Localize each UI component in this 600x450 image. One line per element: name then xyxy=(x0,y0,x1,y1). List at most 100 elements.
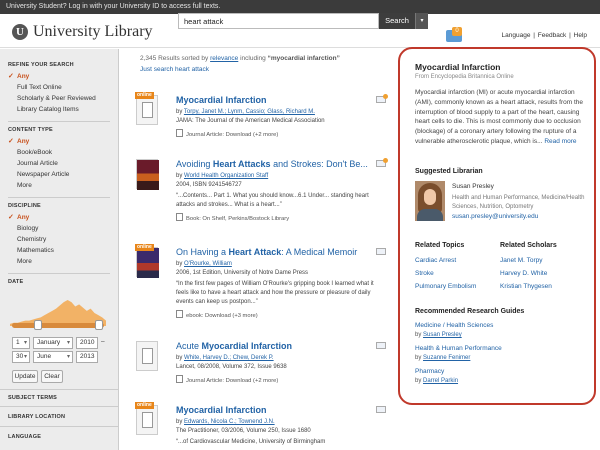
related-topic-link[interactable]: Cardiac Arrest xyxy=(415,257,456,264)
result-thumbnail[interactable] xyxy=(136,405,158,435)
discipline-chemistry[interactable]: Chemistry xyxy=(8,234,110,245)
librarian-name: Susan Presley xyxy=(452,183,494,190)
content-more[interactable]: More xyxy=(8,180,110,191)
librarian-avatar xyxy=(415,181,445,221)
related-scholar-link[interactable]: Harvey D. White xyxy=(500,270,547,277)
content-newspaper[interactable]: Newspaper Article xyxy=(8,169,110,180)
research-guide-author: by Suzanne Fenimer xyxy=(415,355,471,361)
result-snippet: “In the first few pages of William O'Rou… xyxy=(176,281,374,305)
divider xyxy=(8,121,110,122)
result-title[interactable]: Myocardial Infarction xyxy=(176,95,267,105)
result-authors: by O'Rourke, William xyxy=(176,261,232,267)
from-month-select[interactable]: January xyxy=(33,337,73,349)
related-scholars-heading: Related Scholars xyxy=(500,242,557,249)
result-title[interactable]: Acute Myocardial Infarction xyxy=(176,341,292,351)
content-any[interactable]: Any xyxy=(8,136,110,147)
result-access[interactable]: Book: On Shelf, Perkins/Bostock Library xyxy=(176,213,289,222)
save-item-icon[interactable] xyxy=(376,248,386,255)
slider-end-handle[interactable] xyxy=(95,320,104,330)
discipline-title: DISCIPLINE xyxy=(8,203,41,209)
result-item: Avoiding Heart Attacks and Strokes: Don'… xyxy=(136,158,394,229)
result-title[interactable]: Avoiding Heart Attacks and Strokes: Don'… xyxy=(176,159,368,169)
result-item: online Myocardial Infarction by Edwards,… xyxy=(135,402,394,450)
result-thumbnail[interactable] xyxy=(136,341,158,371)
to-year-input[interactable]: 2013 xyxy=(76,351,98,363)
discipline-mathematics[interactable]: Mathematics xyxy=(8,245,110,256)
refine-any[interactable]: Any xyxy=(8,71,110,82)
result-access[interactable]: Journal Article: Download (+2 more) xyxy=(176,375,278,384)
result-authors: by White, Harvey D.; Chew, Derek P. xyxy=(176,355,274,361)
research-guide-link[interactable]: Medicine / Health Sciences xyxy=(415,322,493,329)
content-book[interactable]: Book/eBook xyxy=(8,147,110,158)
result-thumbnail[interactable] xyxy=(136,247,159,278)
read-more-link[interactable]: Read more xyxy=(544,138,576,145)
logo[interactable]: U University Library xyxy=(12,23,153,41)
feedback-link[interactable]: Feedback xyxy=(538,32,567,39)
library-location-facet[interactable]: LIBRARY LOCATION xyxy=(8,414,65,420)
divider xyxy=(8,273,110,274)
online-badge: online xyxy=(135,244,154,251)
refine-full-text[interactable]: Full Text Online xyxy=(8,82,110,93)
search-options-dropdown[interactable]: ▾ xyxy=(415,13,428,29)
results-list: 2,345 Results sorted by relevance includ… xyxy=(120,49,398,450)
related-scholar-link[interactable]: Kristian Thygesen xyxy=(500,283,552,290)
slider-start-handle[interactable] xyxy=(33,320,42,330)
login-banner[interactable]: University Student? Log in with your Uni… xyxy=(0,0,600,14)
related-topic-link[interactable]: Stroke xyxy=(415,270,434,277)
refine-scholarly[interactable]: Scholarly & Peer Reviewed xyxy=(8,93,110,104)
refine-catalog[interactable]: Library Catalog Items xyxy=(8,104,110,115)
divider xyxy=(8,197,110,198)
help-link[interactable]: Help xyxy=(574,32,587,39)
save-item-icon[interactable] xyxy=(376,94,388,103)
research-guide-link[interactable]: Health & Human Performance xyxy=(415,345,502,352)
result-thumbnail[interactable] xyxy=(136,159,159,190)
from-day-select[interactable]: 1 xyxy=(12,337,30,349)
discipline-any[interactable]: Any xyxy=(8,212,110,223)
topic-title: Myocardial Infarction xyxy=(415,62,501,72)
related-scholar-link[interactable]: Janet M. Torpy xyxy=(500,257,543,264)
result-thumbnail[interactable] xyxy=(136,95,158,125)
date-title: DATE xyxy=(8,279,24,285)
discipline-more[interactable]: More xyxy=(8,256,110,267)
to-month-select[interactable]: June xyxy=(33,351,73,363)
result-authors: by Torpy, Janet M.; Lynm, Cassio; Glass,… xyxy=(176,109,315,115)
related-topic-link[interactable]: Pulmonary Embolism xyxy=(415,283,476,290)
search-button[interactable]: Search xyxy=(379,13,415,29)
result-title[interactable]: Myocardial Infarction xyxy=(176,405,267,415)
result-access[interactable]: Journal Article: Download (+2 more) xyxy=(176,129,278,138)
date-histogram xyxy=(10,300,106,326)
to-day-select[interactable]: 30 xyxy=(12,351,30,363)
content-journal[interactable]: Journal Article xyxy=(8,158,110,169)
result-title[interactable]: On Having a Heart Attack: A Medical Memo… xyxy=(176,247,357,257)
search-input[interactable] xyxy=(178,13,379,29)
save-item-icon[interactable] xyxy=(376,406,386,413)
just-search-link[interactable]: Just search heart attack xyxy=(140,66,209,73)
range-dash: – xyxy=(101,338,105,345)
sort-relevance-link[interactable]: relevance xyxy=(210,55,238,62)
logo-text: University Library xyxy=(33,23,153,40)
language-link[interactable]: Language xyxy=(502,32,531,39)
discipline-biology[interactable]: Biology xyxy=(8,223,110,234)
date-range-slider[interactable] xyxy=(12,323,104,328)
from-year-input[interactable]: 2010 xyxy=(76,337,98,349)
results-count: 2,345 Results sorted by xyxy=(140,55,209,62)
online-badge: online xyxy=(135,402,154,409)
result-item: online On Having a Heart Attack: A Medic… xyxy=(135,244,394,329)
saved-items-count: 0 xyxy=(452,27,462,36)
topic-description: Myocardial infarction (MI) or acute myoc… xyxy=(415,89,583,145)
save-item-icon[interactable] xyxy=(376,158,388,167)
clear-button[interactable]: Clear xyxy=(41,370,63,383)
librarian-heading: Suggested Librarian xyxy=(415,168,483,175)
subject-terms-facet[interactable]: SUBJECT TERMS xyxy=(8,395,57,401)
research-guide-link[interactable]: Pharmacy xyxy=(415,368,444,375)
top-links: Language | Feedback | Help xyxy=(501,32,587,39)
save-item-icon[interactable] xyxy=(376,342,386,349)
divider xyxy=(0,406,119,407)
result-access[interactable]: ebook: Download (+3 more) xyxy=(176,310,258,319)
research-guides-heading: Recommended Research Guides xyxy=(415,308,525,315)
research-guide-author: by Darrel Parkin xyxy=(415,378,459,384)
update-button[interactable]: Update xyxy=(12,370,38,383)
language-facet[interactable]: LANGUAGE xyxy=(8,434,41,440)
result-authors: by World Health Organization Staff xyxy=(176,173,269,179)
librarian-email[interactable]: susan.presley@university.edu xyxy=(452,213,538,220)
